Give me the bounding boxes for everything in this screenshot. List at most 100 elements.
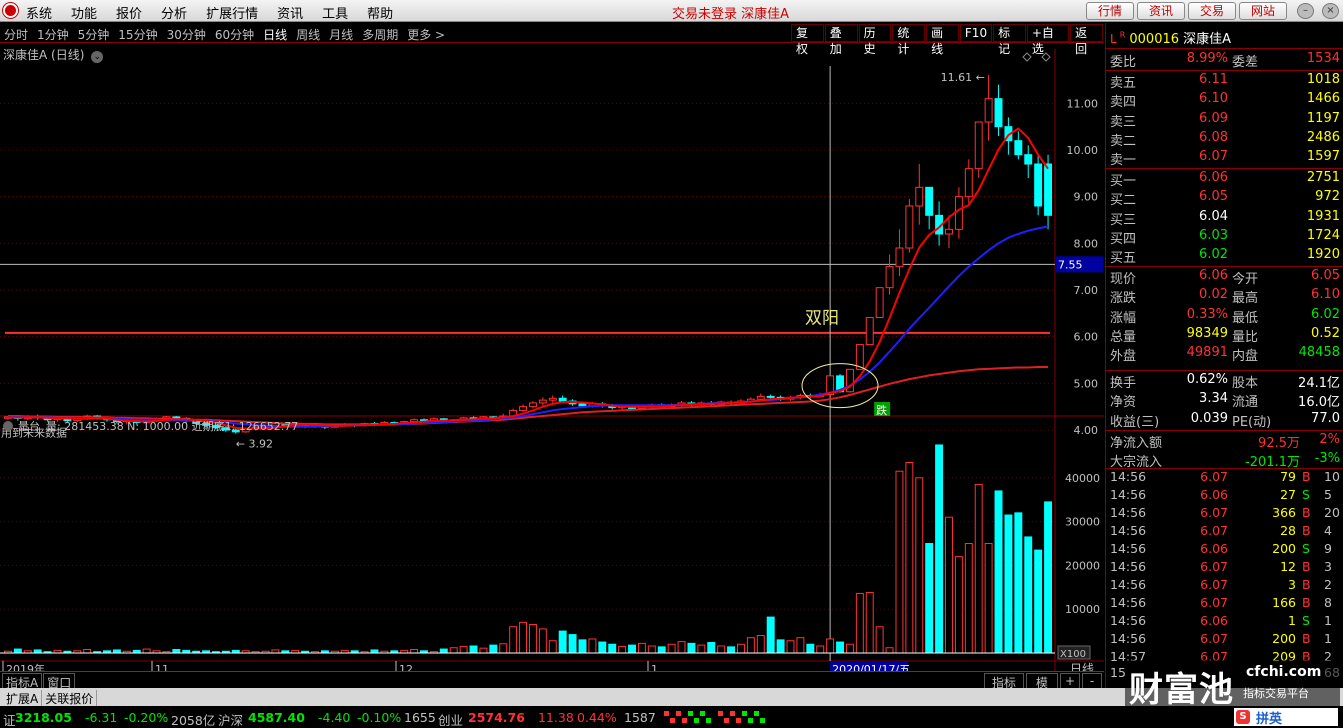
toolbar-button-2[interactable]: 历史 bbox=[858, 24, 892, 56]
period-tab-3[interactable]: 15分钟 bbox=[118, 26, 157, 43]
toolbar-button-4[interactable]: 画线 bbox=[926, 24, 959, 56]
top-button-3[interactable]: 网站 bbox=[1239, 2, 1287, 20]
flow-value: -201.1万 bbox=[1245, 454, 1300, 470]
toolbar-button-1[interactable]: 叠加 bbox=[824, 24, 858, 56]
candle-body bbox=[1024, 154, 1033, 165]
volume-tick-label: 40000 bbox=[1065, 472, 1100, 485]
index-2[interactable]: 创业 2574.76 11.380.44% 1587亿 bbox=[438, 706, 658, 728]
market-flag-icon: L bbox=[1110, 32, 1117, 46]
period-tab-9[interactable]: 多周期 bbox=[362, 26, 398, 43]
volume-bar bbox=[905, 461, 914, 654]
period-tab-1[interactable]: 1分钟 bbox=[37, 26, 69, 43]
diamond-icon[interactable] bbox=[1041, 52, 1051, 62]
stat2-label: 净资 bbox=[1110, 395, 1137, 411]
period-tab-4[interactable]: 30分钟 bbox=[167, 26, 206, 43]
period-tabs: 分时 1分钟 5分钟 15分钟 30分钟 60分钟 日线 周线 月线 多周期 更多 > bbox=[4, 26, 454, 43]
toolbar-button-5[interactable]: F10 bbox=[959, 24, 993, 42]
asks-row: 卖二 6.08 2486 bbox=[1110, 130, 1342, 149]
mini-gauge-icon bbox=[718, 711, 768, 725]
tick-row: 14:56 6.07 28 B 4 bbox=[1106, 523, 1343, 541]
index-0[interactable]: 证 3218.05 -6.31 -0.20% 2058亿 bbox=[3, 706, 223, 728]
toolbar-button-0[interactable]: 复权 bbox=[791, 24, 824, 56]
status-item-0[interactable]: 扩展A bbox=[3, 690, 43, 707]
top-button-1[interactable]: 资讯 bbox=[1137, 2, 1185, 20]
minimize-icon[interactable]: – bbox=[1297, 3, 1314, 19]
menu-item-3[interactable]: 分析 bbox=[161, 3, 187, 22]
volume-bar bbox=[994, 490, 1003, 654]
stat-label: 涨幅 bbox=[1110, 310, 1137, 326]
asks-price: 6.10 bbox=[1199, 91, 1228, 107]
menu-item-6[interactable]: 工具 bbox=[322, 3, 348, 22]
period-tab-7[interactable]: 周线 bbox=[296, 26, 320, 43]
tick-qty: 200 bbox=[1272, 631, 1296, 646]
volume-bar bbox=[548, 640, 557, 654]
tick-price: 6.06 bbox=[1200, 541, 1228, 556]
menu-item-4[interactable]: 扩展行情 bbox=[206, 3, 258, 22]
close-icon[interactable]: × bbox=[1322, 3, 1339, 19]
index-1[interactable]: 沪深 4587.40 -4.40 -0.10%1655亿 bbox=[218, 706, 438, 728]
stat-value: 0.33% bbox=[1186, 306, 1228, 322]
status-item-1[interactable]: 关联报价 bbox=[42, 690, 98, 707]
top-button-0[interactable]: 行情 bbox=[1086, 2, 1134, 20]
period-tab-2[interactable]: 5分钟 bbox=[78, 26, 110, 43]
period-tab-8[interactable]: 月线 bbox=[329, 26, 353, 43]
bids-price: 6.03 bbox=[1199, 227, 1228, 243]
mini-gauge-cell bbox=[688, 711, 693, 716]
volume-bar bbox=[766, 616, 775, 654]
volume-bar bbox=[935, 444, 944, 654]
menu-item-5[interactable]: 资讯 bbox=[277, 3, 303, 22]
candle-body bbox=[1034, 163, 1043, 207]
price-tick-label: 4.00 bbox=[1074, 424, 1099, 437]
volume-bar bbox=[439, 648, 448, 654]
asks-row: 卖三 6.09 1197 bbox=[1110, 111, 1342, 130]
top-button-2[interactable]: 交易 bbox=[1188, 2, 1236, 20]
crosshair-price-text: 7.55 bbox=[1058, 258, 1083, 271]
stat-value-2: 6.05 bbox=[1311, 268, 1340, 283]
ime-indicator[interactable]: S 拼英 bbox=[1234, 708, 1338, 727]
volume-chevron-icon[interactable] bbox=[3, 421, 13, 431]
toolbar-button-6[interactable]: 标记 bbox=[993, 24, 1026, 56]
mini-gauge-cell bbox=[724, 718, 729, 723]
toolbar-button-3[interactable]: 统计 bbox=[892, 24, 926, 56]
toolbar-button-8[interactable]: 返回 bbox=[1070, 24, 1103, 56]
volume-bar bbox=[845, 643, 854, 654]
asks-label: 卖二 bbox=[1110, 133, 1137, 149]
chevron-down-icon[interactable]: ⌄ bbox=[91, 51, 104, 63]
tick-row: 14:56 6.07 3 B 2 bbox=[1106, 577, 1343, 595]
candle-body bbox=[895, 247, 904, 268]
tick-count: 3 bbox=[1324, 559, 1332, 574]
volume-tick-label: 20000 bbox=[1065, 559, 1100, 572]
tick-row: 14:56 6.07 166 B 8 bbox=[1106, 595, 1343, 613]
top-buttons: 行情 资讯 交易 网站 bbox=[1086, 2, 1290, 20]
index-pct: -0.10% bbox=[357, 710, 402, 725]
stock-name: 深康佳A bbox=[1183, 32, 1232, 47]
toolbar-button-7[interactable]: +自选 bbox=[1026, 24, 1070, 56]
menu-item-1[interactable]: 功能 bbox=[71, 3, 97, 22]
tick-qty: 366 bbox=[1272, 505, 1296, 520]
tick-price: 6.07 bbox=[1200, 595, 1228, 610]
diamond-icon[interactable] bbox=[1022, 52, 1032, 62]
chart-title-text: 深康佳A (日线) bbox=[3, 48, 85, 62]
menu-item-2[interactable]: 报价 bbox=[116, 3, 142, 22]
index-name: 沪深 bbox=[218, 713, 244, 728]
asks-row: 卖四 6.10 1466 bbox=[1110, 91, 1342, 110]
volume-bar bbox=[687, 642, 696, 654]
low-price-label: ← 3.92 bbox=[236, 438, 273, 451]
period-tab-10[interactable]: 更多 > bbox=[407, 26, 445, 43]
tick-count: 1 bbox=[1324, 613, 1332, 628]
menu-item-0[interactable]: 系统 bbox=[26, 3, 52, 22]
volume-bar bbox=[885, 647, 894, 654]
kline-chart[interactable]: 11.00 10.00 9.00 8.00 7.00 6.00 5.00 4.00 40000 3… bbox=[0, 43, 1104, 683]
stat2-value: 0.039 bbox=[1190, 410, 1228, 426]
period-tab-5[interactable]: 60分钟 bbox=[215, 26, 254, 43]
period-tab-0[interactable]: 分时 bbox=[4, 26, 28, 43]
tick-time: 14:56 bbox=[1110, 631, 1147, 646]
stat-value: 0.02 bbox=[1199, 287, 1228, 303]
stat-row: 总量 98349 量比 0.52 bbox=[1110, 326, 1342, 345]
volume-bar bbox=[83, 648, 92, 654]
weicha-label: 委差 bbox=[1232, 55, 1259, 70]
tick-side: B bbox=[1302, 595, 1311, 610]
watermark-brand: 财富池 bbox=[1129, 670, 1234, 710]
menu-item-7[interactable]: 帮助 bbox=[367, 3, 393, 22]
period-tab-6[interactable]: 日线 bbox=[263, 26, 287, 43]
